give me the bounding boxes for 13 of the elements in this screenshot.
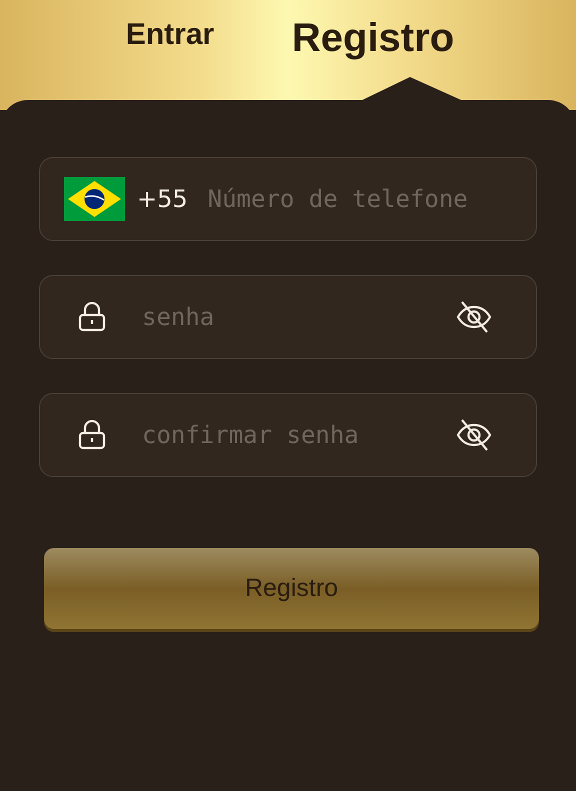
password-field[interactable]: senha	[39, 275, 537, 359]
phone-field[interactable]: +55 Número de telefone	[39, 157, 537, 241]
brazil-flag-icon	[64, 177, 125, 221]
lock-icon	[78, 302, 106, 332]
phone-input[interactable]: Número de telefone	[208, 181, 498, 217]
hidden-eye-icon[interactable]	[456, 418, 492, 452]
password-input[interactable]: confirmar senha	[142, 417, 456, 453]
country-code: +55	[137, 184, 188, 215]
hidden-eye-icon[interactable]	[456, 300, 492, 334]
lock-icon	[78, 420, 106, 450]
tab[interactable]: Entrar	[126, 12, 214, 52]
password-input[interactable]: senha	[142, 299, 456, 335]
password-field[interactable]: confirmar senha	[39, 393, 537, 477]
